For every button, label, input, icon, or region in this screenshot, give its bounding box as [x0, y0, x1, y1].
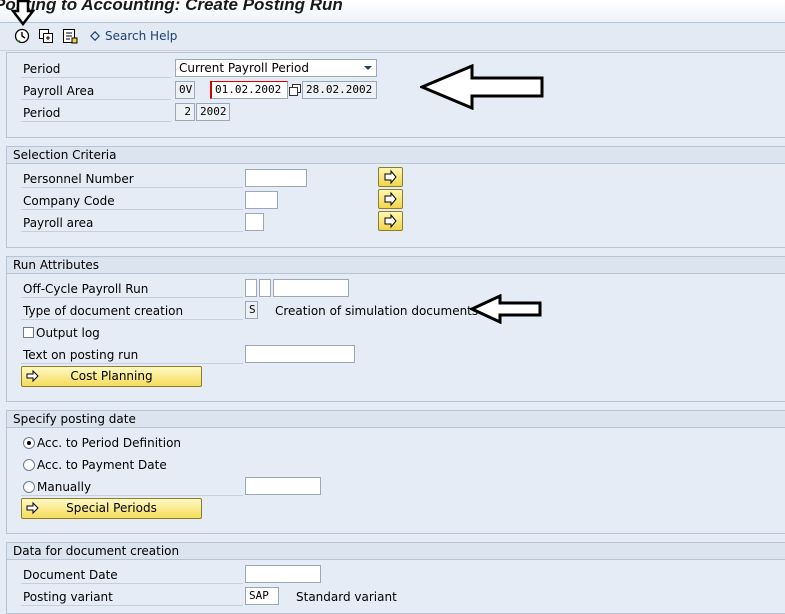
- posting-variant-field[interactable]: SAP: [245, 587, 279, 605]
- radio-manually[interactable]: [23, 481, 35, 493]
- radio-payment-date-label: Acc. to Payment Date: [37, 458, 167, 472]
- payroll-area-multiple-selection-button[interactable]: [378, 211, 403, 231]
- document-creation-title: Data for document creation: [7, 543, 785, 560]
- radio-manually-label: Manually: [37, 480, 92, 494]
- payroll-area-field[interactable]: 0V: [175, 81, 195, 99]
- payroll-area-sel-label: Payroll area: [23, 216, 94, 230]
- period-label: Period: [23, 62, 61, 76]
- period-year-field[interactable]: 2002: [196, 103, 230, 121]
- get-variant-icon[interactable]: [37, 27, 54, 44]
- document-creation-group: Data for document creation Document Date…: [6, 542, 785, 614]
- radio-period-definition[interactable]: [23, 437, 35, 449]
- annotation-arrow-down-icon: [10, 0, 36, 26]
- radio-payment-date[interactable]: [23, 459, 35, 471]
- personnel-number-label: Personnel Number: [23, 172, 134, 186]
- title-bar: Posting to Accounting: Create Posting Ru…: [0, 0, 785, 23]
- doc-creation-text: Creation of simulation documents: [275, 304, 479, 318]
- posting-variant-text: Standard variant: [296, 590, 397, 604]
- offcycle-type-field[interactable]: [259, 279, 271, 297]
- divider: [21, 319, 243, 320]
- cost-planning-label: Cost Planning: [70, 369, 153, 383]
- divider: [21, 121, 171, 122]
- payroll-area-sel-field[interactable]: [245, 213, 264, 231]
- date-to-field[interactable]: 28.02.2002: [302, 81, 377, 99]
- company-code-multiple-selection-button[interactable]: [378, 189, 403, 209]
- offcycle-date-field[interactable]: [273, 279, 349, 297]
- doc-creation-label: Type of document creation: [23, 304, 184, 318]
- radio-period-definition-label: Acc. to Period Definition: [37, 436, 182, 450]
- output-log-label: Output log: [36, 326, 100, 340]
- document-date-label: Document Date: [23, 568, 118, 582]
- search-help-button[interactable]: Search Help: [105, 29, 177, 43]
- date-from-field[interactable]: 01.02.2002: [210, 81, 288, 99]
- page-title: Posting to Accounting: Create Posting Ru…: [0, 0, 343, 14]
- posting-variant-label: Posting variant: [23, 590, 113, 604]
- period-select-value: Current Payroll Period: [179, 61, 309, 75]
- divider: [21, 77, 171, 78]
- personnel-number-field[interactable]: [245, 169, 307, 187]
- offcycle-reason-field[interactable]: [245, 279, 257, 297]
- divider: [21, 187, 243, 188]
- manual-date-field[interactable]: [245, 477, 321, 495]
- cost-planning-button[interactable]: Cost Planning: [21, 366, 202, 387]
- annotation-arrow-left-2-icon: [470, 294, 542, 324]
- special-periods-button[interactable]: Special Periods: [21, 498, 202, 519]
- divider: [21, 495, 243, 496]
- chevron-down-icon[interactable]: [360, 60, 376, 76]
- save-variant-icon[interactable]: [61, 27, 78, 44]
- annotation-arrow-left-icon: [420, 64, 544, 110]
- period-group: Period Current Payroll Period Payroll Ar…: [6, 52, 785, 138]
- text-posting-run-field[interactable]: [245, 345, 355, 363]
- divider: [21, 605, 243, 606]
- divider: [21, 583, 243, 584]
- to-range-icon: [289, 84, 301, 99]
- output-log-checkbox[interactable]: [23, 327, 34, 338]
- company-code-label: Company Code: [23, 194, 115, 208]
- text-posting-run-label: Text on posting run: [23, 348, 139, 362]
- selection-criteria-group: Selection Criteria Personnel Number Comp…: [6, 146, 785, 248]
- special-periods-label: Special Periods: [66, 501, 157, 515]
- period-number-field[interactable]: 2: [175, 103, 195, 121]
- selection-criteria-title: Selection Criteria: [7, 147, 785, 164]
- execute-clock-icon[interactable]: [13, 27, 30, 44]
- posting-date-title: Specify posting date: [7, 411, 785, 428]
- search-help-icon: [89, 27, 101, 44]
- divider: [21, 99, 171, 100]
- run-attributes-title: Run Attributes: [7, 257, 785, 274]
- divider: [21, 209, 243, 210]
- posting-date-group: Specify posting date Acc. to Period Defi…: [6, 410, 785, 534]
- divider: [21, 297, 243, 298]
- company-code-field[interactable]: [245, 191, 278, 209]
- personnel-number-multiple-selection-button[interactable]: [378, 167, 403, 187]
- divider: [21, 231, 243, 232]
- payroll-area-label: Payroll Area: [23, 84, 95, 98]
- document-date-field[interactable]: [245, 565, 321, 583]
- divider: [21, 363, 243, 364]
- doc-creation-field[interactable]: S: [245, 301, 258, 319]
- application-toolbar: Search Help: [0, 23, 785, 51]
- offcycle-label: Off-Cycle Payroll Run: [23, 282, 149, 296]
- period-select[interactable]: Current Payroll Period: [175, 59, 377, 77]
- run-attributes-group: Run Attributes Off-Cycle Payroll Run Typ…: [6, 256, 785, 402]
- period2-label: Period: [23, 106, 61, 120]
